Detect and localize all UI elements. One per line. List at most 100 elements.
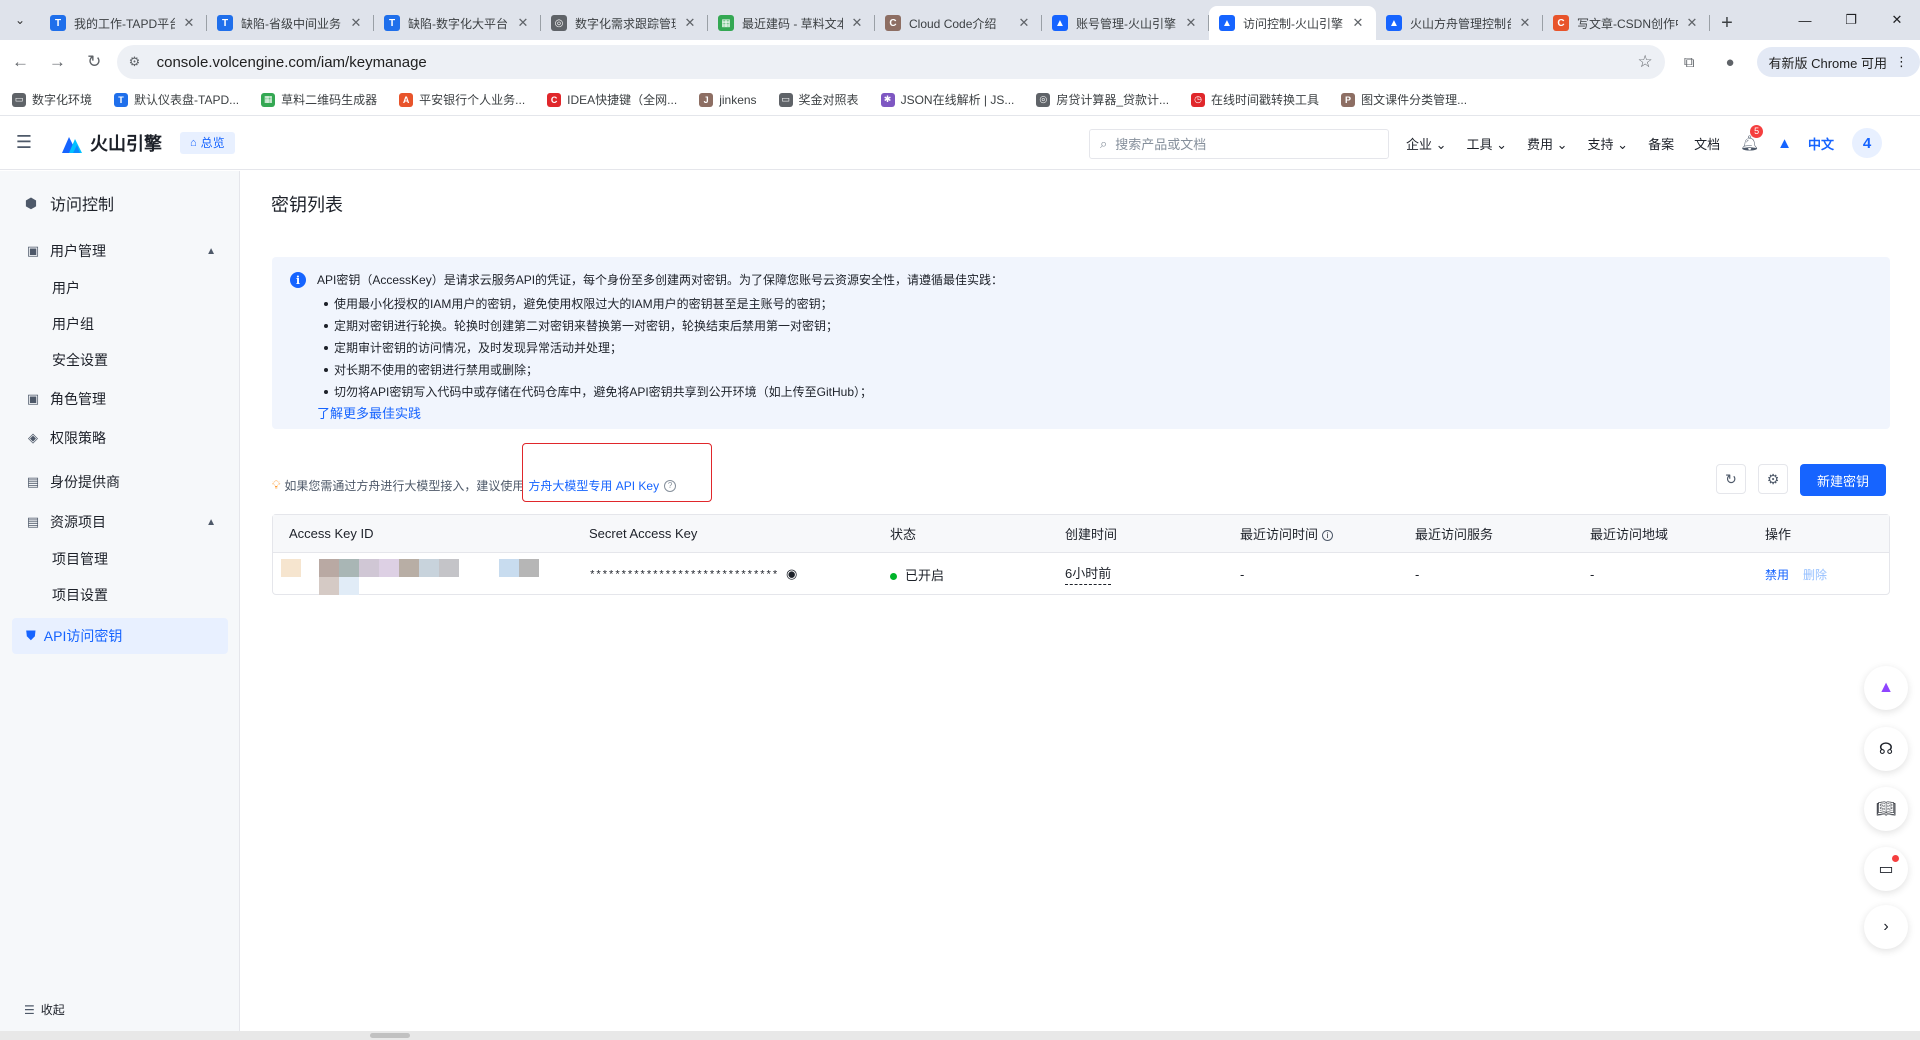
delete-key-link[interactable]: 删除 xyxy=(1803,568,1827,582)
profile-icon[interactable]: ● xyxy=(1714,45,1747,79)
forward-icon[interactable]: → xyxy=(41,45,74,79)
scrollbar-thumb[interactable] xyxy=(370,1033,410,1038)
docs-button[interactable]: 📖︎ xyxy=(1864,787,1908,831)
close-tab-icon[interactable]: ✕ xyxy=(181,15,197,31)
eye-icon[interactable]: ◉ xyxy=(786,566,797,581)
new-tab-button[interactable]: + xyxy=(1710,6,1744,40)
bookmark-item[interactable]: Jjinkens xyxy=(699,92,757,107)
ai-assistant-button[interactable]: ▲ xyxy=(1864,666,1908,710)
settings-button[interactable]: ⚙ xyxy=(1758,464,1788,494)
bookmark-favicon: ◷ xyxy=(1191,92,1206,107)
address-bar[interactable]: ⚙ console.volcengine.com/iam/keymanage ☆ xyxy=(116,45,1665,79)
col-secret-key: Secret Access Key xyxy=(589,526,698,541)
bookmark-item[interactable]: ▦ 草料二维码生成器 xyxy=(261,91,377,108)
browser-tab[interactable]: T 缺陷-数字化大平台 ✕ xyxy=(374,6,541,40)
refresh-button[interactable]: ↻ xyxy=(1716,464,1746,494)
restore-icon[interactable]: ❐ xyxy=(1828,0,1874,40)
sidebar-group-user-mgmt[interactable]: ▣ 用户管理 ▲ xyxy=(0,236,240,266)
close-tab-icon[interactable]: ✕ xyxy=(348,15,364,31)
sidebar-item-api-keys[interactable]: ⛊ API访问密钥 xyxy=(12,618,228,654)
tab-search-icon[interactable]: ⌄ xyxy=(0,0,40,40)
back-icon[interactable]: ← xyxy=(4,45,37,79)
bookmark-item[interactable]: ◎ 房贷计算器_贷款计... xyxy=(1036,91,1169,108)
ark-model-icon[interactable]: ▲ xyxy=(1777,135,1792,152)
info-icon[interactable]: i xyxy=(1322,530,1334,542)
bookmark-item[interactable]: C IDEA快捷键（全网... xyxy=(547,91,677,108)
bookmark-item[interactable]: ▭ 数字化环境 xyxy=(12,91,92,108)
minimize-icon[interactable]: — xyxy=(1782,0,1828,40)
language-switch[interactable]: 中文 xyxy=(1808,134,1834,153)
brand-logo[interactable]: 火山引擎 xyxy=(60,130,162,156)
browser-tab[interactable]: ◎ 数字化需求跟踪管理 ✕ xyxy=(541,6,708,40)
bookmark-item[interactable]: P 图文课件分类管理... xyxy=(1341,91,1467,108)
collapse-sidebar-button[interactable]: ☰ 收起 xyxy=(24,1001,65,1018)
browser-tab[interactable]: T 我的工作-TAPD平台 ✕ xyxy=(40,6,207,40)
create-key-button[interactable]: 新建密钥 xyxy=(1800,464,1886,496)
bookmark-star-icon[interactable]: ☆ xyxy=(1638,52,1653,72)
avatar[interactable]: 4 xyxy=(1852,128,1883,158)
menu-billing[interactable]: 费用 ⌄ xyxy=(1527,134,1568,153)
sidebar-item-security[interactable]: 安全设置 xyxy=(52,346,108,374)
feedback-button[interactable]: ▭ xyxy=(1864,847,1908,891)
sidebar-item-project-mgmt[interactable]: 项目管理 xyxy=(52,545,108,573)
close-tab-icon[interactable]: ✕ xyxy=(1183,15,1199,31)
browser-tab[interactable]: ▦ 最近建码 - 草料文本 ✕ xyxy=(708,6,875,40)
sidebar-item-project-settings[interactable]: 项目设置 xyxy=(52,581,108,609)
learn-more-link[interactable]: 了解更多最佳实践 xyxy=(317,403,421,422)
close-tab-icon[interactable]: ✕ xyxy=(1517,15,1533,31)
close-tab-icon[interactable]: ✕ xyxy=(849,15,865,31)
sidebar-item-user-group[interactable]: 用户组 xyxy=(52,310,94,338)
col-last-service: 最近访问服务 xyxy=(1415,527,1494,542)
close-tab-icon[interactable]: ✕ xyxy=(1684,15,1700,31)
bookmark-item[interactable]: ◷ 在线时间戳转换工具 xyxy=(1191,91,1319,108)
bookmark-item[interactable]: T 默认仪表盘-TAPD... xyxy=(114,91,239,108)
console-header: ☰ 火山引擎 ⌂ 总览 ⌕ 企业 ⌄ 工具 ⌄ 费用 ⌄ 支持 ⌄ 备案 文档 … xyxy=(0,116,1920,170)
access-key-id-redacted xyxy=(273,553,573,595)
close-window-icon[interactable]: ✕ xyxy=(1874,0,1920,40)
bookmark-item[interactable]: ▭ 奖金对照表 xyxy=(778,91,859,108)
menu-enterprise[interactable]: 企业 ⌄ xyxy=(1406,134,1447,153)
sidebar-group-role[interactable]: ▣ 角色管理 xyxy=(0,384,240,414)
horizontal-scrollbar[interactable] xyxy=(0,1031,1920,1040)
sidebar-item-label: API访问密钥 xyxy=(43,628,123,644)
sidebar-group-idp[interactable]: ▤ 身份提供商 xyxy=(0,467,240,497)
global-search[interactable]: ⌕ xyxy=(1089,129,1389,159)
expand-tools-button[interactable]: › xyxy=(1864,905,1908,949)
close-tab-icon[interactable]: ✕ xyxy=(682,15,698,31)
sidebar-group-policy[interactable]: ◈ 权限策略 xyxy=(0,423,240,453)
browser-tab[interactable]: ▲ 访问控制-火山引擎 ✕ xyxy=(1209,6,1376,40)
menu-icon[interactable]: ☰ xyxy=(0,132,48,153)
bookmark-item[interactable]: A 平安银行个人业务... xyxy=(399,91,525,108)
browser-tab[interactable]: ▲ 火山方舟管理控制台 ✕ xyxy=(1376,6,1543,40)
notification-bell-icon[interactable]: 🔔︎ 5 xyxy=(1740,125,1764,152)
menu-icp[interactable]: 备案 xyxy=(1648,134,1674,153)
extensions-icon[interactable]: ⧉ xyxy=(1673,45,1706,79)
close-tab-icon[interactable]: ✕ xyxy=(1350,15,1366,31)
close-tab-icon[interactable]: ✕ xyxy=(1016,15,1032,31)
table-row: ****************************** ◉ 已开启 6小时前… xyxy=(273,553,1889,595)
menu-docs[interactable]: 文档 xyxy=(1694,134,1720,153)
menu-support[interactable]: 支持 ⌄ xyxy=(1588,134,1629,153)
sidebar-group-resource[interactable]: ▤ 资源项目 ▲ xyxy=(0,507,240,537)
sidebar-item-user[interactable]: 用户 xyxy=(52,274,80,302)
search-input[interactable] xyxy=(1115,136,1378,152)
sidebar-group-label: 身份提供商 xyxy=(50,474,120,490)
overview-button[interactable]: ⌂ 总览 xyxy=(180,131,235,154)
browser-tab[interactable]: C 写文章-CSDN创作中心 ✕ xyxy=(1543,6,1710,40)
refresh-icon: ↻ xyxy=(1725,470,1737,487)
tab-favicon: ▲ xyxy=(1219,15,1235,31)
browser-tab[interactable]: T 缺陷-省级中间业务 ✕ xyxy=(207,6,374,40)
reload-icon[interactable]: ↻ xyxy=(78,45,111,79)
chrome-update-button[interactable]: 有新版 Chrome 可用 ⋮ xyxy=(1756,47,1920,77)
browser-tab[interactable]: ▲ 账号管理-火山引擎 ✕ xyxy=(1042,6,1209,40)
close-tab-icon[interactable]: ✕ xyxy=(515,15,531,31)
customer-service-button[interactable]: ☊ xyxy=(1864,727,1908,771)
bookmark-item[interactable]: ✱ JSON在线解析 | JS... xyxy=(880,91,1014,108)
menu-tools[interactable]: 工具 ⌄ xyxy=(1467,134,1508,153)
browser-tab[interactable]: C Cloud Code介绍 ✕ xyxy=(875,6,1042,40)
disable-key-link[interactable]: 禁用 xyxy=(1765,568,1789,582)
created-time[interactable]: 6小时前 xyxy=(1065,563,1112,585)
url-text[interactable]: console.volcengine.com/iam/keymanage xyxy=(157,54,1638,71)
site-info-icon[interactable]: ⚙ xyxy=(129,54,147,70)
collapse-icon: ☰ xyxy=(24,1002,35,1017)
